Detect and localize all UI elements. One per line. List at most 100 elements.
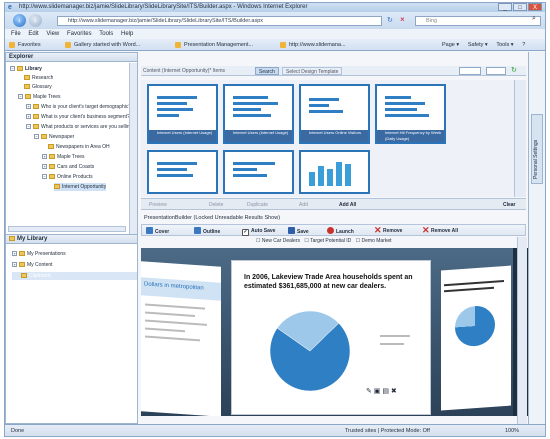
- search-icon[interactable]: ⌕: [532, 15, 536, 23]
- favorite-link[interactable]: Gallery started with Word...: [65, 41, 170, 49]
- tree-item[interactable]: + My Content: [12, 261, 53, 269]
- remove-icon: ✕: [374, 225, 382, 235]
- tree-root-library[interactable]: − Library: [10, 65, 42, 73]
- slide-thumbnail[interactable]: [223, 150, 294, 194]
- current-slide[interactable]: In 2006, Lakeview Trade Area households …: [231, 260, 431, 415]
- favorites-button[interactable]: Favorites: [9, 41, 41, 49]
- explorer-scrollbar[interactable]: [129, 63, 137, 235]
- tree-item[interactable]: − Maple Trees: [18, 93, 61, 101]
- slide-thumbnail[interactable]: Internet Hit Frequency by Week (Daily Us…: [375, 84, 446, 144]
- tree-item[interactable]: Newspapers in Area OH: [48, 143, 110, 151]
- slide-thumbnail[interactable]: Internet Users (Internet Usage): [223, 84, 294, 144]
- slide-thumbnail[interactable]: [299, 150, 370, 194]
- cover-icon: [146, 227, 153, 234]
- add-all-button[interactable]: Add All: [339, 201, 356, 209]
- folder-icon: [19, 262, 25, 267]
- menu-favorites[interactable]: Favorites: [67, 29, 92, 39]
- remove-all-button[interactable]: ✕Remove All: [422, 226, 458, 235]
- menu-tools[interactable]: Tools: [99, 29, 113, 39]
- explorer-panel: Explorer − Library Research Glossary − Map…: [5, 52, 138, 237]
- forward-button[interactable]: ›: [29, 14, 42, 27]
- tree-item[interactable]: + My Presentations: [12, 250, 66, 258]
- auto-save-toggle[interactable]: ✓ Auto Save: [242, 227, 275, 236]
- favorite-link[interactable]: Presentation Management...: [175, 41, 275, 49]
- clear-button[interactable]: Clear: [503, 201, 516, 209]
- tree-item[interactable]: + What is your client's business segment?: [26, 113, 136, 121]
- maximize-button[interactable]: □: [513, 3, 527, 11]
- personal-settings-tab[interactable]: Personal Settings: [531, 114, 543, 184]
- folder-icon: [25, 94, 31, 99]
- tree-item[interactable]: + Maple Trees: [42, 153, 85, 161]
- checkbox-target-potential[interactable]: ☐ Target Potential ID: [304, 238, 351, 244]
- menu-view[interactable]: View: [46, 29, 59, 39]
- folder-icon: [9, 236, 15, 241]
- results-scrollbar[interactable]: [514, 80, 526, 197]
- previous-slide[interactable]: Dollars in metropolitan: [141, 261, 221, 416]
- remove-button[interactable]: ✕Remove: [374, 225, 402, 235]
- window-title-bar: e http://www.slidemanager.biz/jamie/Slid…: [4, 2, 546, 12]
- folder-icon: [54, 184, 60, 189]
- results-toolbar: Content (Internet Opportunity)* Items Se…: [141, 66, 526, 76]
- tree-item[interactable]: + Who is your client's target demographic…: [26, 103, 136, 111]
- slide-thumbnail[interactable]: Internet Users (Internet Usage): [147, 84, 218, 144]
- window-title: http://www.slidemanager.biz/jamie/SlideL…: [19, 4, 308, 10]
- tree-item-selected[interactable]: Internet Opportunity: [54, 183, 107, 191]
- add-button[interactable]: Add: [299, 201, 308, 209]
- launch-button[interactable]: Launch: [327, 227, 354, 236]
- zoom-level[interactable]: 100%: [505, 427, 519, 436]
- duplicate-button[interactable]: Duplicate: [247, 201, 268, 209]
- preview-button[interactable]: Preview: [149, 201, 167, 209]
- menu-file[interactable]: File: [11, 29, 21, 39]
- folder-icon: [49, 164, 55, 169]
- pie-chart: [269, 310, 351, 392]
- tree-item[interactable]: Glossary: [24, 83, 52, 91]
- view-toggle[interactable]: [459, 67, 481, 75]
- thumbnail-caption: Internet Users (Internet Usage): [149, 130, 216, 142]
- save-button[interactable]: Save: [288, 227, 309, 236]
- tab-select-design-template[interactable]: Select Design Template: [282, 67, 343, 75]
- security-zone[interactable]: Trusted sites | Protected Mode: Off: [345, 427, 430, 436]
- tree-item[interactable]: − Online Products: [42, 173, 93, 181]
- launch-icon: [327, 227, 334, 234]
- delete-button[interactable]: Delete: [209, 201, 223, 209]
- builder-title: PresentationBuilder (Locked Unreadable R…: [141, 214, 526, 222]
- menu-help[interactable]: Help: [121, 29, 133, 39]
- tab-search[interactable]: Search: [255, 67, 279, 75]
- checkbox-new-car-dealers[interactable]: ☐ New Car Dealers: [256, 238, 300, 244]
- pie-chart-thumbnail: [455, 304, 495, 348]
- folder-icon: [24, 75, 30, 80]
- next-slide[interactable]: [441, 265, 511, 411]
- favorite-link[interactable]: http://www.slidemana...: [280, 41, 365, 49]
- close-button[interactable]: X: [528, 3, 542, 11]
- builder-scrollbar[interactable]: [517, 237, 527, 424]
- tree-item-selected[interactable]: Clipboard: [12, 272, 137, 280]
- tools-menu[interactable]: Tools ▾: [496, 39, 513, 51]
- folder-icon: [49, 154, 55, 159]
- tree-item[interactable]: + Cars and Coasts: [42, 163, 94, 171]
- checkbox-demo-market[interactable]: ☐ Demo Market: [356, 238, 392, 244]
- tree-item[interactable]: Research: [24, 74, 53, 82]
- minimize-button[interactable]: _: [498, 3, 512, 11]
- refresh-icon[interactable]: ↻: [387, 16, 393, 24]
- slide-thumbnail[interactable]: [147, 150, 218, 194]
- url-field[interactable]: http://www.slidemanager.biz/jamie/SlideL…: [57, 16, 382, 26]
- refresh-results-icon[interactable]: ↻: [511, 67, 517, 75]
- stop-icon[interactable]: ×: [400, 15, 405, 24]
- slide-thumbnail[interactable]: Internet Users Online Visitors: [299, 84, 370, 144]
- page-menu[interactable]: Page ▾: [442, 39, 459, 51]
- outline-button[interactable]: Outline: [194, 227, 220, 236]
- back-button[interactable]: ‹: [13, 14, 26, 27]
- explorer-hscrollbar[interactable]: [8, 226, 126, 232]
- folder-icon: [48, 144, 54, 149]
- tree-item[interactable]: − Newspaper: [34, 133, 74, 141]
- options-dropdown[interactable]: [486, 67, 506, 75]
- cover-button[interactable]: Cover: [146, 227, 169, 236]
- floppy-icon: [288, 227, 295, 234]
- search-input[interactable]: Bing: [415, 16, 541, 26]
- tree-item[interactable]: − What products or services are you selli…: [26, 123, 136, 131]
- help-icon[interactable]: ?: [522, 39, 525, 51]
- safety-menu[interactable]: Safety ▾: [468, 39, 488, 51]
- slide-action-icons[interactable]: ✎ ▣ ▤ ✖: [366, 387, 397, 395]
- menu-edit[interactable]: Edit: [28, 29, 38, 39]
- check-icon: ✓: [242, 229, 249, 236]
